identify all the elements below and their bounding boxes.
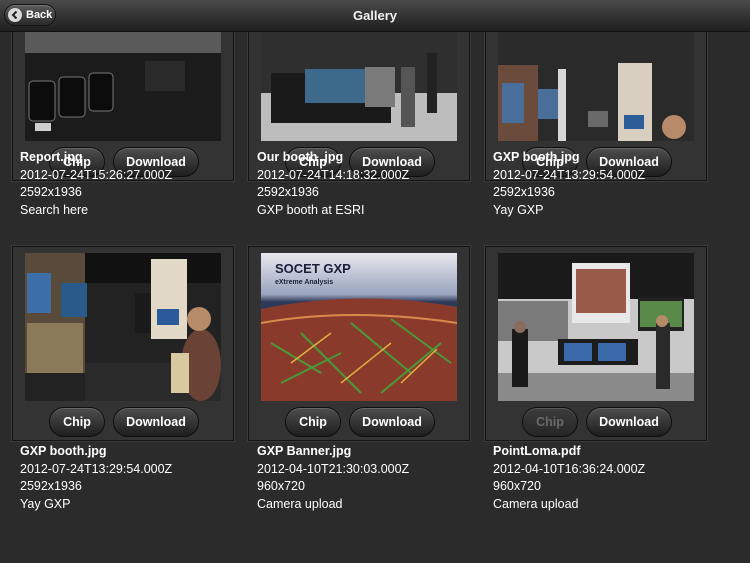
gallery-item: SOCET GXP eXtreme Analysis Chip Download [248, 246, 470, 441]
gallery-item: Chip Download [485, 246, 707, 441]
item-info: GXP Banner.jpg 2012-04-10T21:30:03.000Z … [257, 443, 409, 513]
dimensions: 2592x1936 [20, 479, 82, 493]
dimensions: 960x720 [257, 479, 305, 493]
caption: Camera upload [257, 496, 343, 511]
file-name: Our booth .jpg [257, 150, 344, 164]
item-info: GXP booth.jpg 2012-07-24T13:29:54.000Z 2… [20, 443, 172, 513]
item-info: Report.jpg 2012-07-24T15:26:27.000Z 2592… [20, 149, 172, 219]
photo-thumbnail[interactable] [25, 32, 221, 141]
chip-button[interactable]: Chip [49, 407, 105, 437]
download-button[interactable]: Download [113, 407, 199, 437]
item-info: Our booth .jpg 2012-07-24T14:18:32.000Z … [257, 149, 409, 219]
page-title: Gallery [352, 8, 398, 23]
timestamp: 2012-04-10T16:36:24.000Z [493, 461, 646, 476]
file-name: GXP booth.jpg [493, 150, 580, 164]
dimensions: 960x720 [493, 479, 541, 493]
download-button[interactable]: Download [349, 407, 435, 437]
file-name: GXP Banner.jpg [257, 444, 352, 458]
banner-subtitle: eXtreme Analysis [275, 279, 333, 286]
gallery-item: Chip Download [12, 246, 234, 441]
timestamp: 2012-07-24T14:18:32.000Z [257, 167, 410, 182]
file-name: PointLoma.pdf [493, 444, 581, 458]
file-name: Report.jpg [20, 150, 83, 164]
banner-title: SOCET GXP [275, 261, 351, 276]
caption: GXP booth at ESRI [257, 202, 365, 217]
photo-thumbnail[interactable]: SOCET GXP eXtreme Analysis [261, 253, 457, 401]
timestamp: 2012-07-24T15:26:27.000Z [20, 167, 173, 182]
chip-button-disabled[interactable]: Chip [522, 407, 578, 437]
chip-button[interactable]: Chip [285, 407, 341, 437]
download-button[interactable]: Download [586, 407, 672, 437]
caption: Search here [20, 202, 89, 217]
file-name: GXP booth.jpg [20, 444, 107, 458]
photo-thumbnail[interactable] [498, 253, 694, 401]
caption: Yay GXP [20, 496, 71, 511]
item-info: GXP booth.jpg 2012-07-24T13:29:54.000Z 2… [493, 149, 645, 219]
item-info: PointLoma.pdf 2012-04-10T16:36:24.000Z 9… [493, 443, 645, 513]
gallery-grid: Chip Download Chip Download Chip Downloa… [0, 32, 750, 563]
dimensions: 2592x1936 [493, 185, 555, 199]
photo-thumbnail[interactable] [261, 32, 457, 141]
navigation-bar: Back Gallery [0, 0, 750, 32]
timestamp: 2012-07-24T13:29:54.000Z [20, 461, 173, 476]
timestamp: 2012-07-24T13:29:54.000Z [493, 167, 646, 182]
dimensions: 2592x1936 [257, 185, 319, 199]
photo-thumbnail[interactable] [498, 32, 694, 141]
photo-thumbnail[interactable] [25, 253, 221, 401]
caption: Yay GXP [493, 202, 544, 217]
dimensions: 2592x1936 [20, 185, 82, 199]
caption: Camera upload [493, 496, 579, 511]
timestamp: 2012-04-10T21:30:03.000Z [257, 461, 410, 476]
